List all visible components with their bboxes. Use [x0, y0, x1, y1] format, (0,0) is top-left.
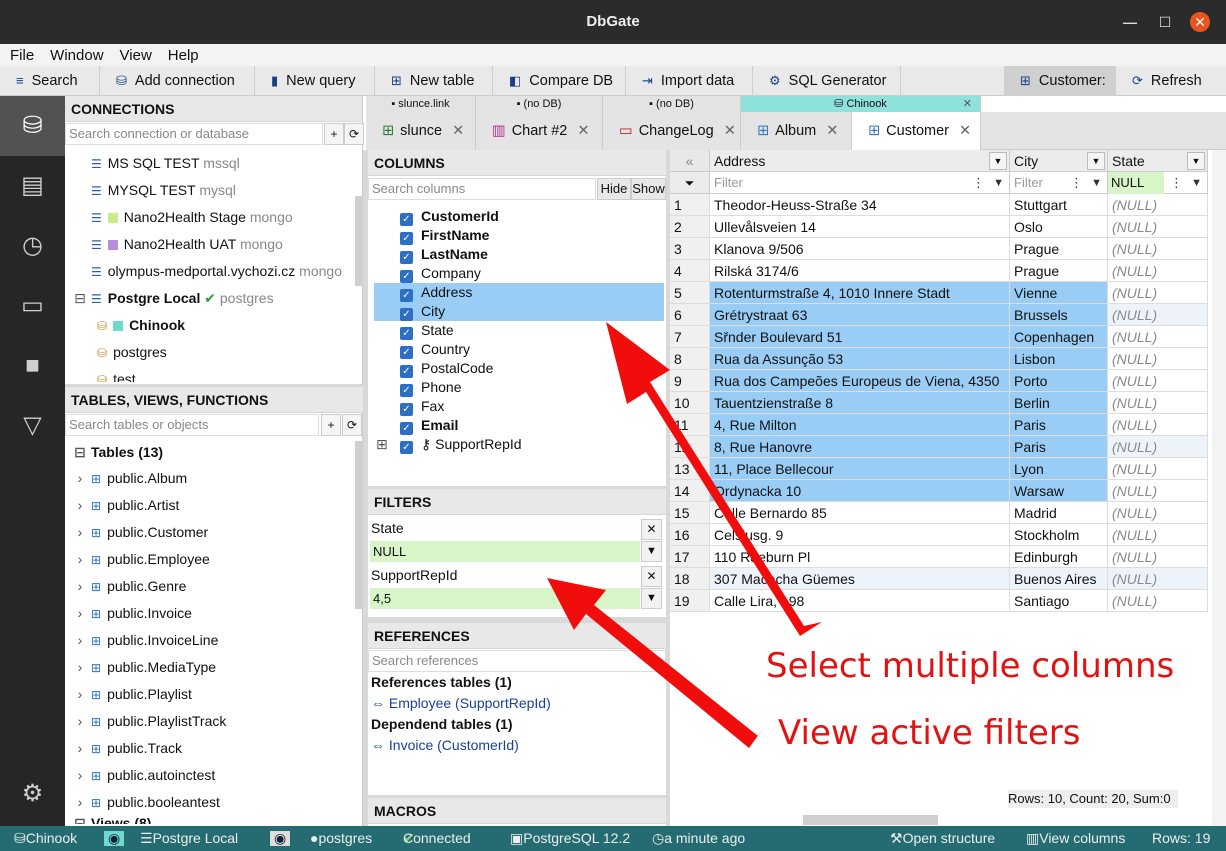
status-database[interactable]: ⛁ Chinook — [14, 826, 77, 851]
view-columns-button[interactable]: ▥ View columns — [1026, 826, 1125, 851]
status-server[interactable]: ☰ Postgre Local — [140, 826, 238, 851]
arrow-filters — [547, 578, 762, 748]
status-version: ▣ PostgreSQL 12.2 — [510, 830, 631, 846]
open-structure-button[interactable]: ⚒ Open structure — [890, 826, 995, 851]
arrow-columns — [606, 322, 822, 636]
status-bar: ⛁ Chinook ◉ ☰ Postgre Local ◉ ● postgres… — [0, 826, 1226, 851]
status-rows: Rows: 19 — [1152, 830, 1211, 846]
annotation-select-columns: Select multiple columns — [766, 646, 1175, 686]
palette-icon[interactable]: ◉ — [104, 831, 125, 846]
palette-icon[interactable]: ◉ — [270, 831, 291, 846]
annotation-view-filters: View active filters — [778, 713, 1081, 753]
status-time: ◷ a minute ago — [652, 830, 746, 846]
status-user: ● postgres — [310, 830, 373, 846]
